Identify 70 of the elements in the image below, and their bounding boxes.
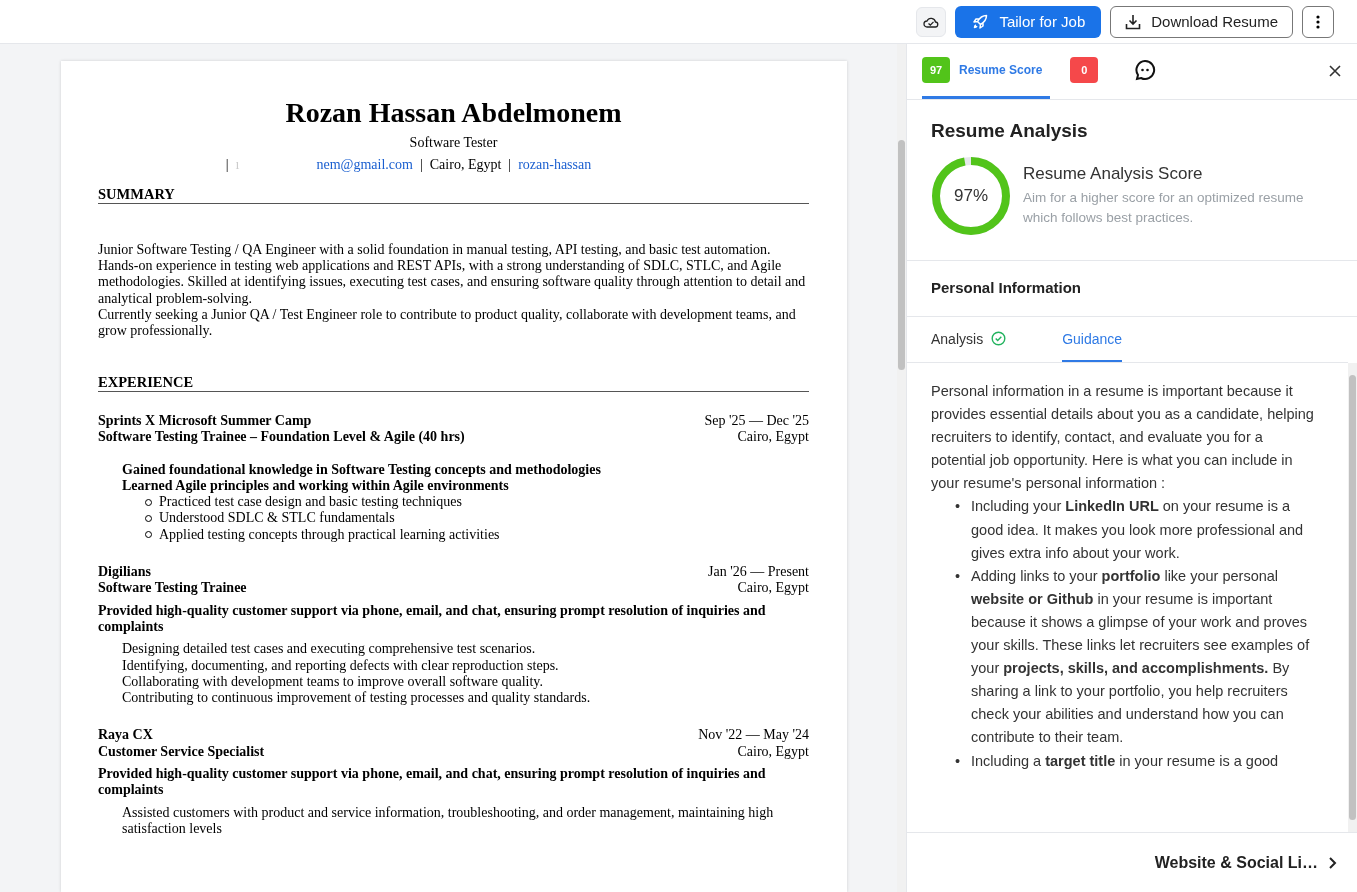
chevron-right-icon [1328,855,1337,870]
chat-icon [1134,59,1157,81]
tailor-button[interactable]: Tailor for Job [955,5,1102,38]
summary-text: Hands-on experience in testing web applications and REST APIs, with a strong understanding of SDLC, STLC, and Agile methodologies. Skilled at identifying issues, executing test cases, and ensuring software quality through attention to detail and analytical problem-solving. [98,258,807,308]
section-heading: EXPERIENCE [98,373,809,392]
score-description: Aim for a higher score for an optimized resume which follows best practices. [1023,189,1305,227]
check-icon [991,331,1007,346]
job-role: Software Testing Trainee [98,580,247,597]
summary-text: Currently seeking a Junior QA / Test Engineer role to contribute to product quality, collaborate with development teams, and grow professionally. [98,307,797,340]
separator: | [508,157,512,174]
rocket-icon [971,12,990,31]
company-name: Sprints X Microsoft Summer Camp [98,412,312,430]
panel-title: Resume Analysis [930,119,1089,140]
resume-name: Rozan Hassan Abdelmonem [284,97,623,129]
company-name: Raya CX [98,727,153,744]
highlight-text: Learned Agile principles and working within Agile environments [122,477,510,495]
resume-title: Software Tester [408,135,499,152]
bullet-marker: • [955,497,961,517]
score-tab[interactable]: 97 Resume Score [922,44,1051,99]
issues-tab[interactable]: 0 [1070,44,1107,99]
date-range: Sep '25 — Dec '25 [704,412,809,430]
location-text: Cairo, Egypt [737,580,809,597]
location-text: Cairo, Egypt [737,743,809,760]
highlight-text: Provided high-quality customer support via phone, email, and chat, ensuring prompt resolution of inquiries and complaints [98,766,767,799]
bullet-text: Applied testing concepts through practical learning activities [159,526,500,544]
download-button[interactable]: Download Resume [1110,5,1293,38]
scrollbar[interactable] [897,44,906,892]
section-title: Personal Information [907,261,1357,317]
close-button[interactable] [1327,63,1343,79]
location-text: Cairo, Egypt [737,429,809,446]
next-section-link[interactable]: Website & Social Li… [1154,853,1337,872]
scrollbar[interactable] [1348,363,1357,832]
duty-text: Designing detailed test cases and executing comprehensive test scenarios. [122,641,537,658]
cloud-check-button[interactable] [916,6,947,37]
score-value: 97% [954,186,988,206]
more-button[interactable] [1302,5,1334,38]
section-heading: SUMMARY [98,185,809,204]
job-role: Software Testing Trainee – Foundation Level & Agile (40 hrs) [98,429,465,446]
date-range: Nov '22 — May '24 [698,727,809,744]
separator: | [225,157,229,174]
more-icon [1316,14,1320,29]
separator: | [419,157,423,174]
score-badge: 97 [922,57,950,83]
contact-link[interactable]: nem@gmail.com [316,157,413,174]
job-role: Customer Service Specialist [98,743,265,760]
contact-link[interactable]: rozan-hassan [518,157,592,174]
date-range: Jan '26 — Present [708,564,809,581]
duty-text: Assisted customers with product and service information, troubleshooting, and order management, maintaining high satisfaction levels [122,804,775,838]
summary-text: Junior Software Testing / QA Engineer with a solid foundation in manual testing, API testing, and basic test automation. [98,241,772,259]
company-name: Digilians [98,564,151,581]
subtab[interactable]: Analysis [931,317,1007,362]
highlight-text: Provided high-quality customer support via phone, email, and chat, ensuring prompt resolution of inquiries and complaints [98,602,767,636]
download-icon [1125,13,1142,30]
guidance-text: Personal information in a resume is important because it provides essential details about you as a candidate, helping recruiters to identify, contact, and evaluate you for a potential job opportunity. Here is what you can include in your resume's personal information : [931,382,1315,494]
guidance-bullet: Including your LinkedIn URL on your resume is a good idea. It makes you look more professional and gives extra info about your work. [971,497,1305,563]
guidance-bullet: Adding links to your portfolio like your personal website or Github in your resume is important because it shows a glimpse of your work and proves your skills. These links let recruiters see examples of your projects, skills, and accomplishments. By sharing a link to your portfolio, you help recruiters check your abilities and understand how you can contribute to their team. [971,566,1311,748]
highlight-text: Gained foundational knowledge in Software Testing concepts and methodologies [122,461,602,478]
duty-text: Contributing to continuous improvement of testing processes and quality standards. [122,690,592,707]
guidance-bullet: Including a target title in your resume is a good [971,751,1279,771]
close-icon [1327,63,1343,79]
bullet-marker: • [955,751,961,771]
bullet-text: Practiced test case design and basic testing techniques [159,494,462,511]
bullet-marker: • [955,566,961,586]
score-title: Resume Analysis Score [1023,164,1204,184]
issues-badge: 0 [1070,57,1099,83]
location-text: Cairo, Egypt [429,157,502,174]
bullet-text: Understood SDLC & STLC fundamentals [159,510,395,527]
duty-text: Identifying, documenting, and reporting defects with clear reproduction steps. [122,657,560,674]
duty-text: Collaborating with development teams to improve overall software quality. [122,673,544,691]
subtab[interactable]: Guidance [1062,317,1123,362]
